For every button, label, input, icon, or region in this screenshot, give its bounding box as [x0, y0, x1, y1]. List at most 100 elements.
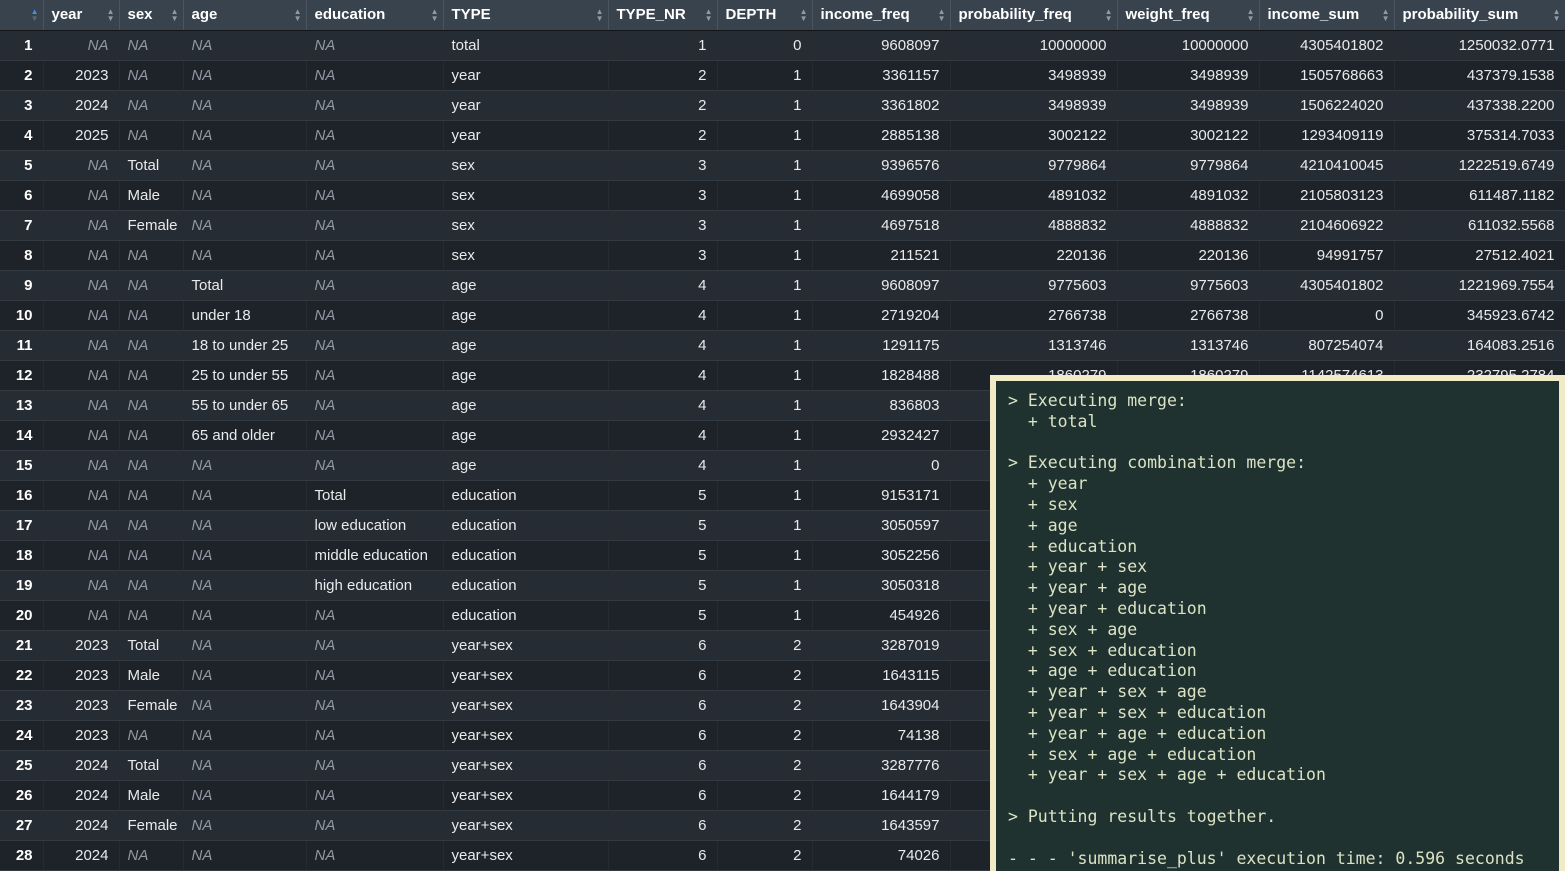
table-cell: 4 — [608, 390, 717, 420]
table-row[interactable]: 11NANA18 to under 25NAage411291175131374… — [0, 330, 1565, 360]
table-cell: NA — [183, 240, 306, 270]
table-cell: NA — [43, 150, 119, 180]
sort-icon: ▲▼ — [1553, 8, 1561, 22]
table-cell: NA — [306, 390, 443, 420]
column-header-label: probability_freq — [959, 6, 1072, 23]
table-row[interactable]: 5NATotalNANAsex3193965769779864977986442… — [0, 150, 1565, 180]
table-cell: 1 — [717, 180, 812, 210]
table-cell: NA — [43, 600, 119, 630]
column-header-age[interactable]: age▲▼ — [183, 0, 306, 30]
table-cell: under 18 — [183, 300, 306, 330]
table-cell: NA — [306, 720, 443, 750]
table-cell: NA — [306, 210, 443, 240]
table-cell: 1 — [717, 390, 812, 420]
column-header-label: DEPTH — [726, 6, 777, 23]
table-cell: 5 — [608, 600, 717, 630]
table-cell: 10000000 — [1117, 30, 1259, 60]
table-cell: NA — [183, 720, 306, 750]
column-header-income-sum[interactable]: income_sum▲▼ — [1259, 0, 1394, 30]
column-header-type-nr[interactable]: TYPE_NR▲▼ — [608, 0, 717, 30]
table-cell: 1 — [717, 240, 812, 270]
table-cell: 1 — [717, 540, 812, 570]
table-row[interactable]: 1NANANANAtotal10960809710000000100000004… — [0, 30, 1565, 60]
table-cell: 2024 — [43, 750, 119, 780]
row-number: 5 — [0, 150, 43, 180]
column-header-probability-sum[interactable]: probability_sum▲▼ — [1394, 0, 1565, 30]
console-line — [1008, 828, 1551, 849]
table-cell: education — [443, 570, 608, 600]
table-cell: 9779864 — [950, 150, 1117, 180]
table-row[interactable]: 9NANATotalNAage4196080979775603977560343… — [0, 270, 1565, 300]
table-row[interactable]: 7NAFemaleNANAsex314697518488883248888322… — [0, 210, 1565, 240]
column-header-label: TYPE_NR — [617, 6, 686, 23]
table-cell: 1 — [717, 270, 812, 300]
table-cell: NA — [183, 600, 306, 630]
table-cell: 55 to under 65 — [183, 390, 306, 420]
table-row[interactable]: 32024NANANAyear2133618023498939349893915… — [0, 90, 1565, 120]
table-cell: NA — [306, 690, 443, 720]
table-cell: 1 — [717, 570, 812, 600]
column-header-year[interactable]: year▲▼ — [43, 0, 119, 30]
table-cell: sex — [443, 150, 608, 180]
table-cell: NA — [306, 420, 443, 450]
column-header-depth[interactable]: DEPTH▲▼ — [717, 0, 812, 30]
table-cell: NA — [43, 300, 119, 330]
console-line: + sex — [1008, 495, 1551, 516]
column-header-education[interactable]: education▲▼ — [306, 0, 443, 30]
table-cell: 2 — [608, 60, 717, 90]
table-row[interactable]: 8NANANANAsex3121152122013622013694991757… — [0, 240, 1565, 270]
table-cell: year — [443, 90, 608, 120]
table-cell: 4305401802 — [1259, 270, 1394, 300]
table-row[interactable]: 6NAMaleNANAsex31469905848910324891032210… — [0, 180, 1565, 210]
table-cell: 2025 — [43, 120, 119, 150]
table-cell: 9608097 — [812, 30, 950, 60]
row-number: 2 — [0, 60, 43, 90]
table-cell: 9153171 — [812, 480, 950, 510]
table-cell: age — [443, 270, 608, 300]
table-cell: 2 — [717, 720, 812, 750]
table-cell: education — [443, 540, 608, 570]
table-cell: total — [443, 30, 608, 60]
table-cell: NA — [306, 330, 443, 360]
row-number: 9 — [0, 270, 43, 300]
table-cell: NA — [306, 90, 443, 120]
table-cell: 454926 — [812, 600, 950, 630]
table-cell: Male — [119, 780, 183, 810]
table-cell: 1828488 — [812, 360, 950, 390]
table-cell: NA — [43, 450, 119, 480]
table-cell: year+sex — [443, 840, 608, 870]
table-row[interactable]: 42025NANANAyear2128851383002122300212212… — [0, 120, 1565, 150]
table-cell: 2024 — [43, 90, 119, 120]
table-row[interactable]: 22023NANANAyear2133611573498939349893915… — [0, 60, 1565, 90]
table-cell: NA — [119, 300, 183, 330]
console-line: + age + education — [1008, 661, 1551, 682]
column-header-income-freq[interactable]: income_freq▲▼ — [812, 0, 950, 30]
table-cell: 5 — [608, 570, 717, 600]
console-line: + year + sex + age — [1008, 682, 1551, 703]
table-cell: 2 — [608, 90, 717, 120]
table-cell: year+sex — [443, 720, 608, 750]
table-cell: 2024 — [43, 810, 119, 840]
table-cell: 3 — [608, 150, 717, 180]
table-cell: 4 — [608, 270, 717, 300]
column-header-weight-freq[interactable]: weight_freq▲▼ — [1117, 0, 1259, 30]
row-number: 17 — [0, 510, 43, 540]
column-header-probability-freq[interactable]: probability_freq▲▼ — [950, 0, 1117, 30]
table-cell: NA — [43, 240, 119, 270]
table-cell: 3 — [608, 210, 717, 240]
row-number: 6 — [0, 180, 43, 210]
table-cell: NA — [119, 120, 183, 150]
row-number: 10 — [0, 300, 43, 330]
table-cell: 1313746 — [1117, 330, 1259, 360]
table-cell: NA — [43, 510, 119, 540]
sort-icon: ▲▼ — [31, 8, 39, 22]
table-cell: 9775603 — [1117, 270, 1259, 300]
column-header-type[interactable]: TYPE▲▼ — [443, 0, 608, 30]
table-cell: year+sex — [443, 660, 608, 690]
table-row[interactable]: 10NANAunder 18NAage412719204276673827667… — [0, 300, 1565, 330]
table-cell: NA — [43, 390, 119, 420]
column-header-rownum[interactable]: ▲▼ — [0, 0, 43, 30]
table-cell: NA — [306, 840, 443, 870]
column-header-sex[interactable]: sex▲▼ — [119, 0, 183, 30]
table-cell: 2719204 — [812, 300, 950, 330]
